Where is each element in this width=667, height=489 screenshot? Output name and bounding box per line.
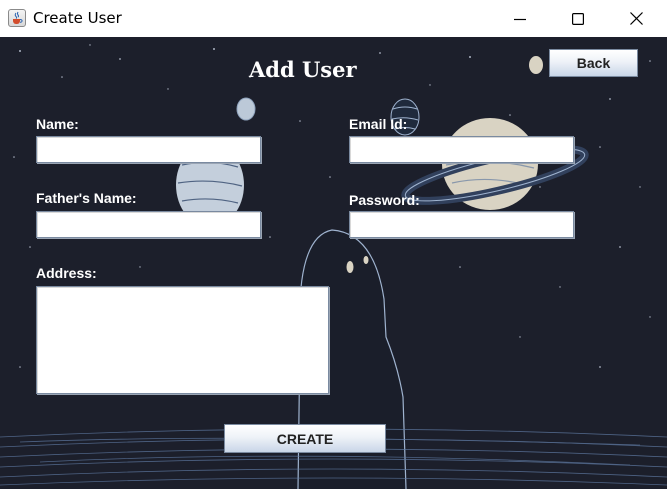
back-button[interactable]: Back [549, 49, 638, 77]
create-button[interactable]: CREATE [224, 424, 386, 453]
window-title: Create User [33, 9, 122, 27]
maximize-icon [572, 12, 584, 25]
close-icon [629, 12, 643, 25]
name-label: Name: [36, 116, 79, 132]
minimize-icon [514, 18, 526, 20]
maximize-button[interactable] [555, 0, 601, 37]
page-heading: Add User [249, 57, 357, 82]
email-input[interactable] [349, 136, 574, 163]
address-label: Address: [36, 265, 97, 281]
space-background-image [0, 37, 667, 489]
close-button[interactable] [613, 0, 659, 37]
name-input[interactable] [36, 136, 261, 163]
create-user-window: Create User Add User Back Name: Email Id… [0, 0, 667, 489]
father-name-label: Father's Name: [36, 190, 137, 206]
java-app-icon [8, 9, 26, 27]
title-bar: Create User [0, 0, 667, 37]
password-label: Password: [349, 192, 420, 208]
form-panel: Add User Back Name: Email Id: Father's N… [0, 37, 667, 489]
address-textarea[interactable] [36, 286, 329, 394]
father-name-input[interactable] [36, 211, 261, 238]
password-input[interactable] [349, 211, 574, 238]
email-label: Email Id: [349, 116, 408, 132]
minimize-button[interactable] [497, 0, 543, 37]
